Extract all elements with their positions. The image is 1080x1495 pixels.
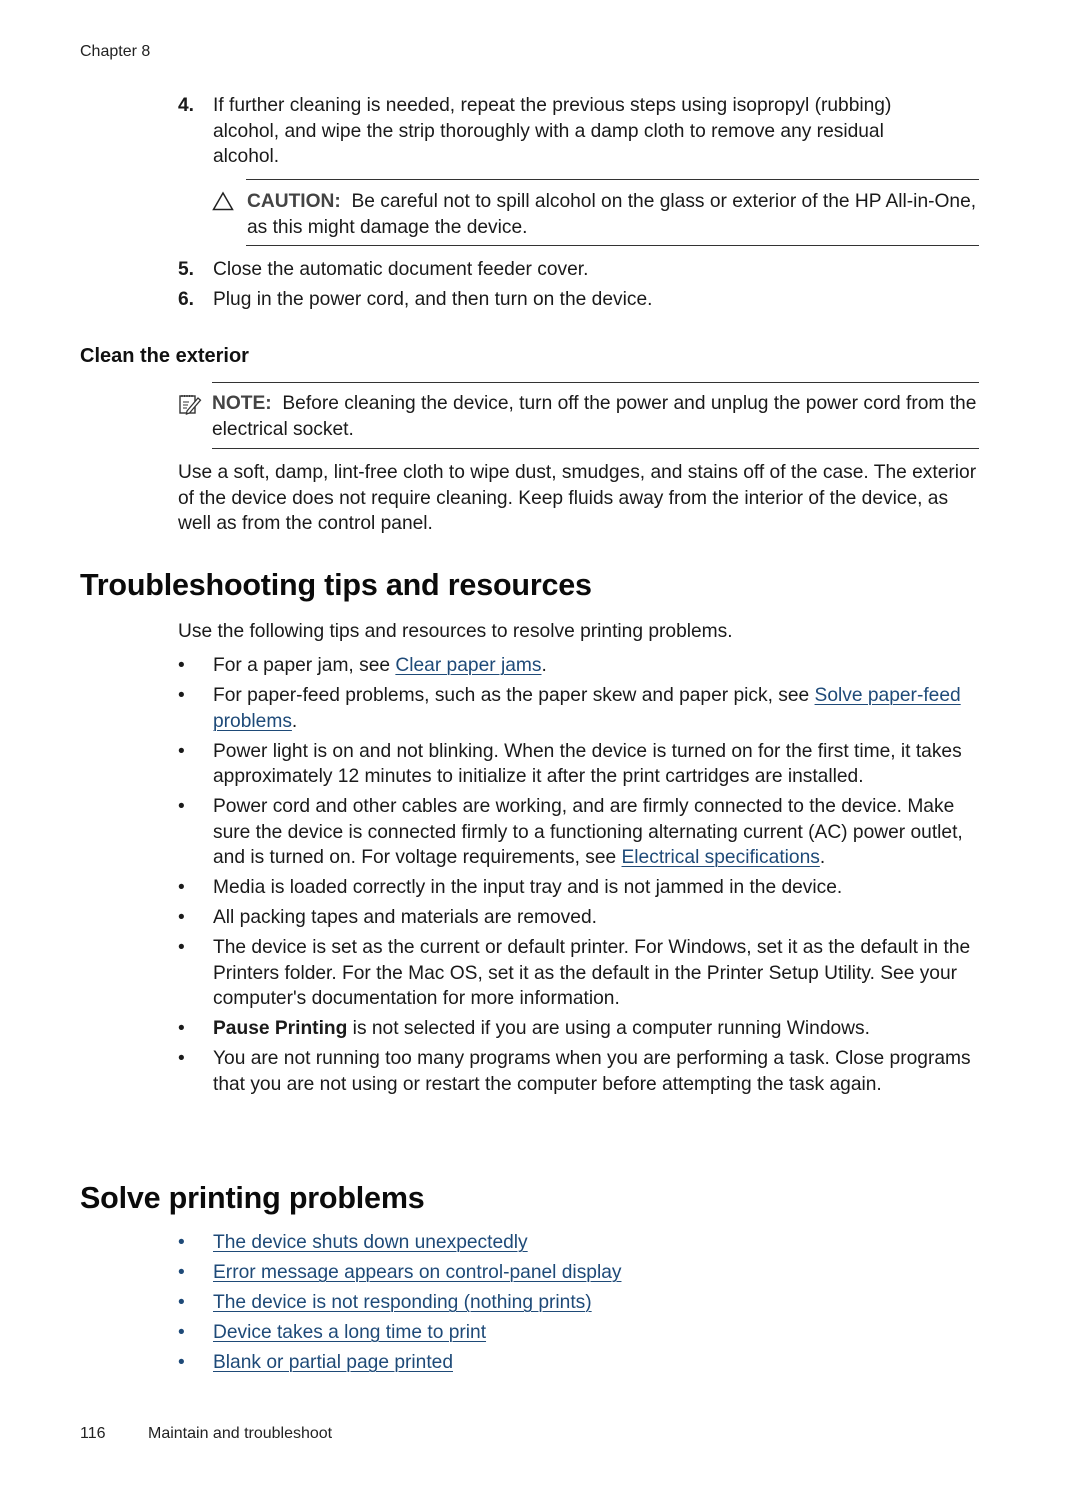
troubleshooting-heading: Troubleshooting tips and resources <box>80 568 592 602</box>
list-item: • The device shuts down unexpectedly <box>178 1230 988 1256</box>
note-pencil-icon <box>178 392 202 416</box>
list-item: • The device is set as the current or de… <box>178 935 988 1012</box>
bullet-icon: • <box>178 1292 185 1313</box>
item-text: You are not running too many programs wh… <box>213 1048 971 1095</box>
list-item: • Power light is on and not blinking. Wh… <box>178 739 988 790</box>
step-6: 6. Plug in the power cord, and then turn… <box>178 287 978 313</box>
item-text-end: . <box>291 710 298 732</box>
troubleshooting-intro: Use the following tips and resources to … <box>178 621 733 642</box>
bullet-icon: • <box>178 740 185 762</box>
item-text: Power cord and other cables are working,… <box>213 796 963 868</box>
pause-printing-term: Pause Printing <box>213 1018 348 1039</box>
caution-box: CAUTION: Be careful not to spill alcohol… <box>212 189 979 240</box>
list-item: • The device is not responding (nothing … <box>178 1290 988 1316</box>
item-text-end: . <box>819 847 826 868</box>
device-shuts-down-link[interactable]: The device shuts down unexpectedly <box>213 1232 528 1253</box>
error-message-link[interactable]: Error message appears on control-panel d… <box>213 1262 621 1283</box>
list-item: • Blank or partial page printed <box>178 1350 988 1376</box>
bullet-icon: • <box>178 1322 185 1343</box>
bullet-icon: • <box>178 685 185 706</box>
note-top-rule <box>212 382 979 383</box>
electrical-specifications-link[interactable]: Electrical specifications <box>622 847 820 868</box>
clean-exterior-paragraph: Use a soft, damp, lint-free cloth to wip… <box>178 462 977 534</box>
item-text: Power light is on and not blinking. When… <box>213 740 962 788</box>
note-label: NOTE: <box>212 393 272 414</box>
caution-label: CAUTION: <box>247 191 341 212</box>
caution-triangle-icon <box>212 191 234 211</box>
step-text: If further cleaning is needed, repeat th… <box>213 95 892 167</box>
list-item: • For a paper jam, see Clear paper jams. <box>178 653 988 679</box>
note-bottom-rule <box>212 448 979 449</box>
bullet-icon: • <box>178 877 185 898</box>
bullet-icon: • <box>178 1018 185 1039</box>
note-text: Before cleaning the device, turn off the… <box>212 393 977 440</box>
page-footer: 116 Maintain and troubleshoot <box>80 1425 332 1443</box>
blank-partial-page-link[interactable]: Blank or partial page printed <box>213 1352 453 1373</box>
list-item: • You are not running too many programs … <box>178 1046 988 1097</box>
solve-printing-links: • The device shuts down unexpectedly • E… <box>178 1230 988 1380</box>
list-item: • Error message appears on control-panel… <box>178 1260 988 1286</box>
item-text: is not selected if you are using a compu… <box>347 1018 870 1039</box>
list-item: • Device takes a long time to print <box>178 1320 988 1346</box>
item-text: All packing tapes and materials are remo… <box>213 907 597 928</box>
bullet-icon: • <box>178 1048 185 1069</box>
long-time-to-print-link[interactable]: Device takes a long time to print <box>213 1322 486 1343</box>
step-4: 4. If further cleaning is needed, repeat… <box>178 93 978 170</box>
list-item: • Pause Printing is not selected if you … <box>178 1016 988 1042</box>
device-not-responding-link[interactable]: The device is not responding (nothing pr… <box>213 1292 592 1313</box>
step-number: 4. <box>178 95 195 116</box>
list-item: • Media is loaded correctly in the input… <box>178 875 988 901</box>
caution-bottom-rule <box>246 245 979 246</box>
clean-exterior-heading: Clean the exterior <box>80 345 249 367</box>
clear-paper-jams-link[interactable]: Clear paper jams <box>395 655 541 676</box>
list-item: • All packing tapes and materials are re… <box>178 905 988 931</box>
item-text: For paper-feed problems, such as the pap… <box>213 685 815 706</box>
bullet-icon: • <box>178 907 185 928</box>
step-text: Plug in the power cord, and then turn on… <box>213 289 653 310</box>
item-text: For a paper jam, see <box>213 655 396 676</box>
bullet-icon: • <box>178 1232 185 1253</box>
step-5: 5. Close the automatic document feeder c… <box>178 257 978 283</box>
item-text: Media is loaded correctly in the input t… <box>213 877 843 898</box>
bullet-icon: • <box>178 1262 185 1283</box>
troubleshooting-list: • For a paper jam, see Clear paper jams.… <box>178 653 988 1102</box>
running-head: Chapter 8 <box>80 43 151 60</box>
list-item: • Power cord and other cables are workin… <box>178 794 988 871</box>
step-number: 5. <box>178 259 195 280</box>
solve-printing-heading: Solve printing problems <box>80 1181 425 1215</box>
step-text: Close the automatic document feeder cove… <box>213 259 589 280</box>
caution-top-rule <box>246 179 979 180</box>
list-item: • For paper-feed problems, such as the p… <box>178 683 988 734</box>
step-number: 6. <box>178 289 195 310</box>
note-box: NOTE: Before cleaning the device, turn o… <box>178 391 979 442</box>
bullet-icon: • <box>178 1352 185 1373</box>
item-text: The device is set as the current or defa… <box>213 937 971 1009</box>
bullet-icon: • <box>178 937 185 958</box>
page-number: 116 <box>80 1425 106 1442</box>
bullet-icon: • <box>178 655 185 676</box>
footer-section: Maintain and troubleshoot <box>148 1425 333 1442</box>
item-text-end: . <box>541 655 547 676</box>
caution-text: Be careful not to spill alcohol on the g… <box>247 191 977 238</box>
bullet-icon: • <box>178 796 185 817</box>
